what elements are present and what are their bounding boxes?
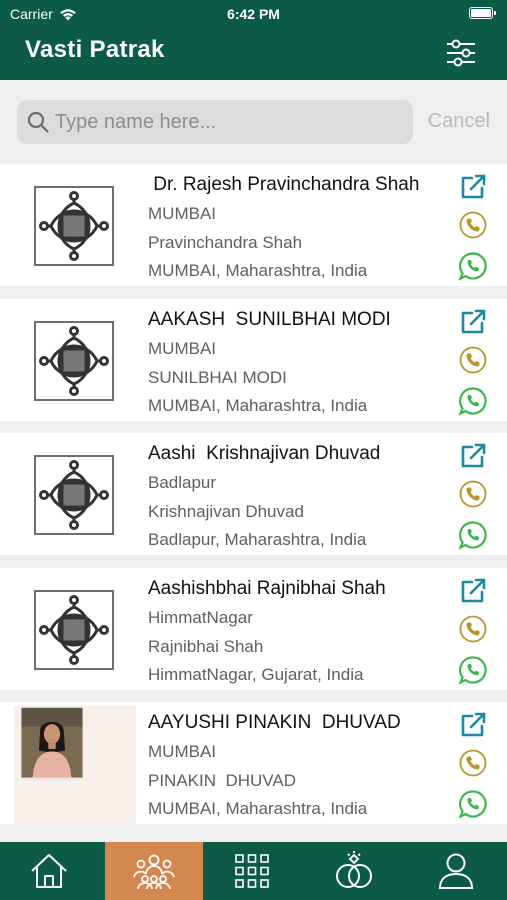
whatsapp-icon[interactable]: [458, 789, 488, 819]
whatsapp-icon[interactable]: [458, 520, 488, 550]
member-card[interactable]: Aashishbhai Rajnibhai Shah HimmatNagar R…: [0, 567, 507, 690]
community-icon: [133, 854, 175, 890]
open-link-icon[interactable]: [458, 307, 488, 337]
member-avatar-placeholder: [34, 320, 114, 401]
filter-button[interactable]: [445, 38, 477, 68]
member-city: Badlapur: [148, 473, 217, 492]
member-address: MUMBAI, Maharashtra, India: [148, 395, 368, 415]
status-bar: Carrier 6:42 PM: [0, 0, 507, 28]
phone-icon[interactable]: [458, 345, 488, 375]
profile-icon: [438, 853, 474, 889]
member-city: HimmatNagar: [148, 607, 253, 627]
whatsapp-icon[interactable]: [458, 386, 488, 416]
clock: 6:42 PM: [227, 6, 280, 22]
member-father-name: Pravinchandra Shah: [148, 233, 303, 252]
member-name: AAYUSHI PINAKIN DHUVAD: [148, 712, 401, 733]
nav-bar: Vasti Patrak: [0, 28, 507, 80]
cancel-button[interactable]: Cancel: [428, 110, 490, 133]
battery-icon: [469, 7, 496, 19]
member-address: HimmatNagar, Gujarat, India: [148, 664, 364, 684]
member-father-name: PINAKIN DHUVAD: [148, 771, 296, 790]
member-address: MUMBAI, Maharashtra, India: [148, 799, 368, 818]
tab-grid[interactable]: [203, 842, 301, 900]
member-name: Dr. Rajesh Pravinchandra Shah: [148, 174, 420, 195]
member-card[interactable]: AAYUSHI PINAKIN DHUVAD MUMBAI PINAKIN DH…: [0, 702, 507, 826]
member-card[interactable]: Aashi Krishnajivan Dhuvad Badlapur Krish…: [0, 433, 507, 555]
member-avatar-placeholder: [34, 589, 114, 670]
tab-home[interactable]: [0, 842, 98, 900]
whatsapp-icon[interactable]: [458, 655, 488, 685]
sliders-icon: [447, 39, 475, 67]
search-icon: [27, 111, 49, 133]
open-link-icon[interactable]: [458, 710, 488, 740]
phone-icon[interactable]: [458, 210, 488, 240]
tab-bar: [0, 842, 507, 900]
grid-icon: [235, 854, 269, 888]
member-name: Aashi Krishnajivan Dhuvad: [148, 443, 381, 464]
member-address: MUMBAI, Maharashtra, India: [148, 261, 368, 280]
search-input[interactable]: [55, 106, 400, 138]
member-avatar-placeholder: [34, 186, 114, 266]
search-bar: Cancel: [0, 80, 507, 164]
phone-icon[interactable]: [458, 479, 488, 509]
rings-icon: [336, 851, 372, 888]
open-link-icon[interactable]: [458, 441, 488, 471]
member-father-name: Krishnajivan Dhuvad: [148, 502, 304, 521]
open-link-icon[interactable]: [458, 576, 488, 606]
member-card[interactable]: AAKASH SUNILBHAI MODI MUMBAI SUNILBHAI M…: [0, 298, 507, 421]
whatsapp-icon[interactable]: [458, 251, 488, 281]
page-title: Vasti Patrak: [25, 36, 165, 63]
home-icon: [31, 854, 67, 888]
tab-community[interactable]: [105, 842, 203, 900]
phone-icon[interactable]: [458, 748, 488, 778]
member-father-name: SUNILBHAI MODI: [148, 367, 287, 387]
member-name: AAKASH SUNILBHAI MODI: [148, 308, 391, 330]
member-city: MUMBAI: [148, 204, 216, 223]
phone-icon[interactable]: [458, 614, 488, 644]
member-city: MUMBAI: [148, 338, 216, 358]
member-father-name: Rajnibhai Shah: [148, 636, 264, 656]
member-card[interactable]: Dr. Rajesh Pravinchandra Shah MUMBAI Pra…: [0, 164, 507, 286]
member-city: MUMBAI: [148, 742, 216, 761]
member-avatar-placeholder: [34, 455, 114, 535]
search-field[interactable]: [17, 100, 413, 144]
tab-profile[interactable]: [407, 842, 505, 900]
member-name: Aashishbhai Rajnibhai Shah: [148, 577, 386, 599]
open-link-icon[interactable]: [458, 172, 488, 202]
tab-matrimony[interactable]: [305, 842, 403, 900]
member-photo: [14, 706, 136, 826]
member-address: Badlapur, Maharashtra, India: [148, 530, 367, 549]
